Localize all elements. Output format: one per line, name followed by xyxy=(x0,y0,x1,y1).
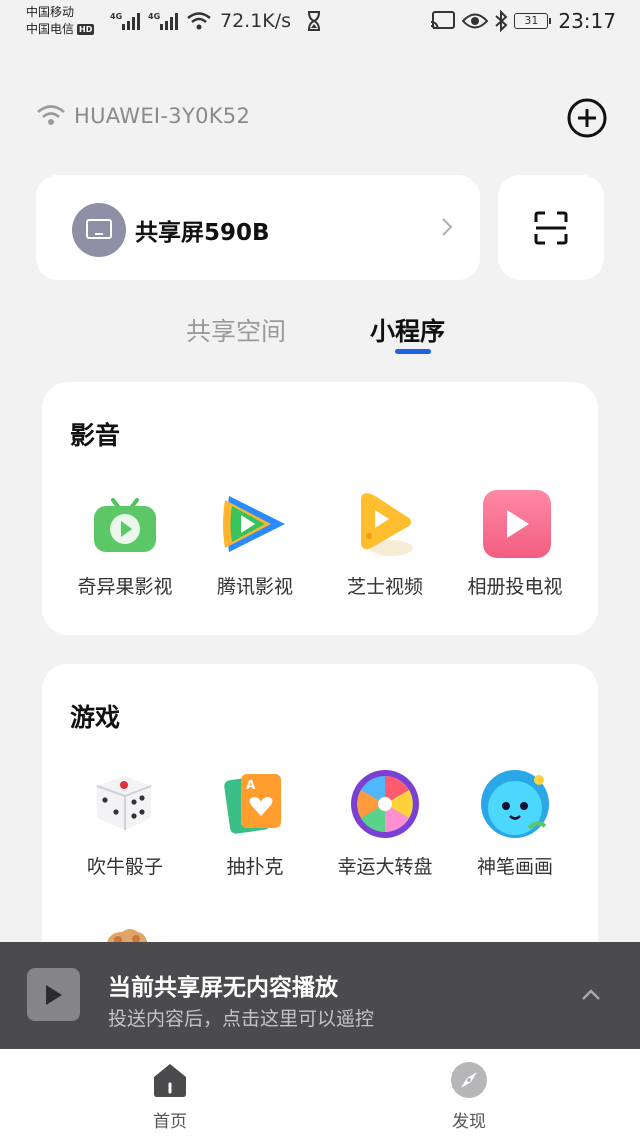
hourglass-icon xyxy=(308,11,320,31)
media-section: 影音 奇异果影视 腾讯影视 芝士视频 相册投电视 xyxy=(42,382,598,635)
active-tab-indicator xyxy=(395,349,431,354)
chevron-right-icon xyxy=(442,218,453,236)
tencent-video-icon xyxy=(223,496,285,552)
hd-badge: HD xyxy=(77,24,95,35)
poker-card-icon: A xyxy=(224,774,281,834)
app-label: 相册投电视 xyxy=(467,576,563,598)
screen-icon xyxy=(72,203,126,257)
signal-4g-icon: 4G xyxy=(110,12,140,30)
cast-icon xyxy=(431,11,456,30)
wifi-icon xyxy=(37,105,65,125)
nav-label-home: 首页 xyxy=(153,1112,187,1132)
app-dice[interactable]: 吹牛骰子 xyxy=(60,768,190,879)
bluetooth-icon xyxy=(495,10,508,32)
section-title-media: 影音 xyxy=(70,421,121,450)
app-label: 腾讯影视 xyxy=(216,576,293,598)
games-section: 游戏 吹牛骰子 A 抽扑克 幸运大转盘 神笔画画 xyxy=(42,664,598,984)
add-device-button[interactable] xyxy=(566,97,608,139)
chevron-up-icon[interactable] xyxy=(580,988,602,1002)
nav-label-discover: 发现 xyxy=(452,1112,486,1132)
scan-button[interactable] xyxy=(498,175,604,280)
now-playing-bar[interactable]: 当前共享屏无内容播放 投送内容后，点击这里可以遥控 xyxy=(0,942,640,1049)
shared-screen-card[interactable]: 共享屏590B xyxy=(36,175,480,280)
dice-icon xyxy=(96,776,152,830)
carrier-1: 中国移动 xyxy=(26,5,75,19)
app-cheese-video[interactable]: 芝士视频 xyxy=(320,488,450,599)
scan-icon xyxy=(534,211,568,245)
app-label: 奇异果影视 xyxy=(77,576,173,598)
eye-comfort-icon xyxy=(462,13,489,29)
photo-cast-icon xyxy=(483,490,551,558)
carrier-info: 中国移动 中国电信 HD xyxy=(26,4,95,38)
app-poker[interactable]: A 抽扑克 xyxy=(190,768,320,879)
cheese-video-icon xyxy=(361,493,413,556)
play-icon xyxy=(46,985,62,1005)
nav-home[interactable]: 首页 xyxy=(130,1061,210,1132)
now-playing-title: 当前共享屏无内容播放 xyxy=(108,975,338,1001)
tab-shared-space[interactable]: 共享空间 xyxy=(186,312,286,348)
kiwi-tv-icon xyxy=(94,498,156,552)
magic-brush-icon xyxy=(481,770,549,838)
lucky-wheel-icon xyxy=(351,770,419,838)
app-label: 神笔画画 xyxy=(476,856,553,878)
app-label: 芝士视频 xyxy=(346,576,423,598)
home-icon xyxy=(154,1064,186,1097)
compass-icon xyxy=(451,1062,487,1098)
app-label: 吹牛骰子 xyxy=(86,856,163,878)
app-lucky-wheel[interactable]: 幸运大转盘 xyxy=(320,768,450,879)
app-label: 抽扑克 xyxy=(226,856,284,878)
signal-4g-icon-2: 4G xyxy=(148,12,178,30)
svg-text:A: A xyxy=(246,778,256,792)
tab-mini-programs[interactable]: 小程序 xyxy=(370,312,445,348)
wifi-status-icon xyxy=(187,12,211,30)
battery-indicator: 31 xyxy=(514,13,552,29)
shared-screen-name: 共享屏590B xyxy=(135,220,270,246)
section-title-games: 游戏 xyxy=(70,703,121,732)
wifi-name: HUAWEI-3Y0K52 xyxy=(74,104,251,128)
play-button[interactable] xyxy=(27,968,80,1021)
app-kiwi-tv[interactable]: 奇异果影视 xyxy=(60,488,190,599)
app-tencent-video[interactable]: 腾讯影视 xyxy=(190,488,320,599)
clock: 23:17 xyxy=(558,9,616,33)
wifi-network: HUAWEI-3Y0K52 xyxy=(36,104,250,128)
app-magic-brush[interactable]: 神笔画画 xyxy=(450,768,580,879)
nav-discover[interactable]: 发现 xyxy=(429,1061,509,1132)
carrier-2: 中国电信 xyxy=(26,22,75,36)
network-type-2: 4G xyxy=(148,12,160,21)
app-photo-cast[interactable]: 相册投电视 xyxy=(450,488,580,599)
now-playing-subtitle: 投送内容后，点击这里可以遥控 xyxy=(108,1008,375,1030)
status-bar: 中国移动 中国电信 HD 4G 4G 72.1K/s 31 23:17 xyxy=(0,0,640,44)
network-speed: 72.1K/s xyxy=(220,10,292,32)
app-label: 幸运大转盘 xyxy=(337,856,433,878)
bottom-navigation: 首页 发现 xyxy=(0,1049,640,1138)
network-type-1: 4G xyxy=(110,12,122,21)
